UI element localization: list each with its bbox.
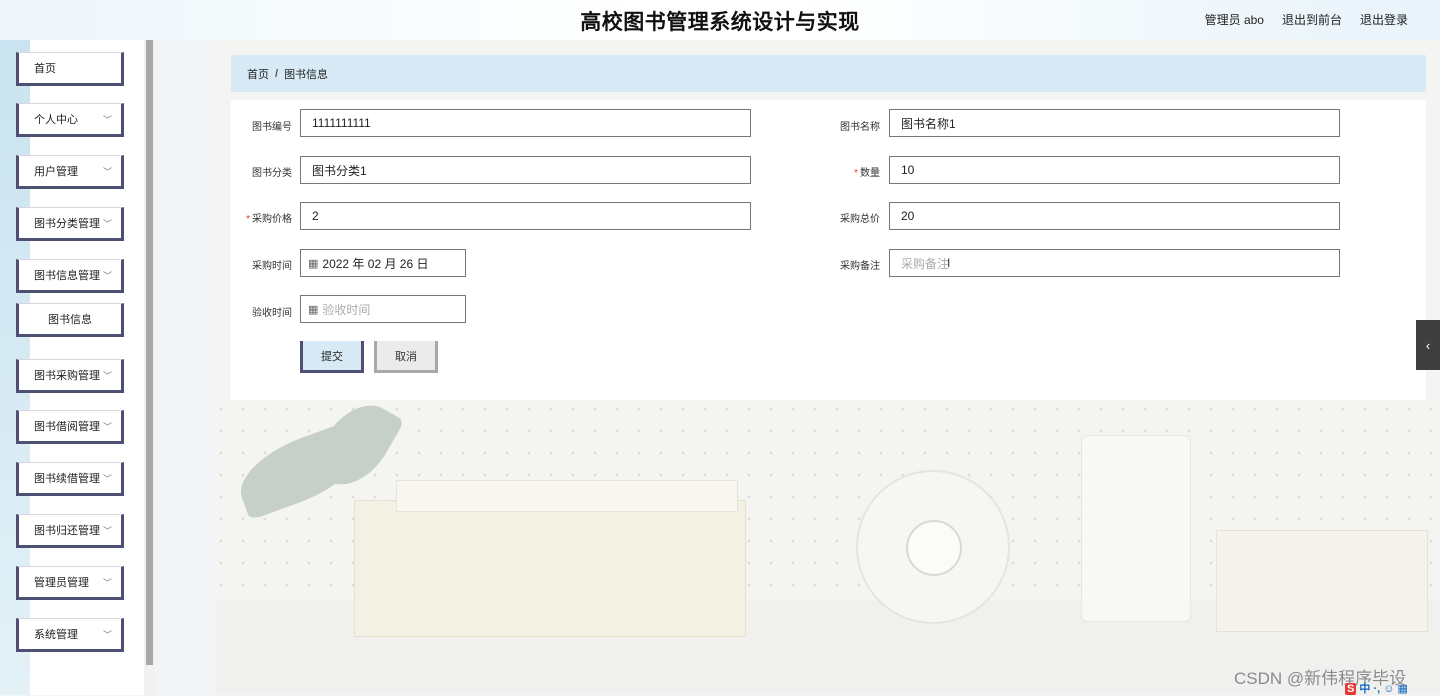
total-value: 20 [901, 209, 915, 223]
admin-label: 管理员 abo [1204, 13, 1264, 27]
collapse-panel-button[interactable]: ‹ [1416, 320, 1440, 370]
sidebar-item-personal-center[interactable]: 个人中心 ﹀ [16, 103, 124, 137]
ime-status: 中 ·, ☺ ▦ [1359, 683, 1408, 695]
sidebar-item-category-management[interactable]: 图书分类管理 ﹀ [16, 207, 124, 241]
sidebar-item-user-management[interactable]: 用户管理 ﹀ [16, 155, 124, 189]
purchase-time-label: 采购时间 [252, 261, 292, 272]
logout-link[interactable]: 退出登录 [1360, 11, 1408, 28]
book-no-value: 1111111111 [312, 116, 371, 130]
breadcrumb-separator: / [275, 67, 279, 80]
sidebar-item-label: 图书信息管理 [34, 270, 100, 282]
sidebar-item-label: 图书分类管理 [34, 218, 100, 230]
purchase-time-value: 2022 年 02 月 26 日 [322, 256, 429, 271]
ime-logo-icon: S [1345, 683, 1357, 695]
sidebar-item-label: 图书归还管理 [34, 525, 100, 537]
sidebar-item-label: 图书信息 [48, 314, 92, 326]
note-placeholder: 采购备注 [901, 256, 950, 271]
sidebar-item-label: 图书采购管理 [34, 370, 100, 382]
sidebar-item-label: 个人中心 [34, 114, 78, 126]
check-time-placeholder: 验收时间 [322, 302, 371, 317]
chevron-down-icon: ﹀ [102, 371, 112, 381]
quantity-value: 10 [901, 163, 915, 177]
purchase-time-picker[interactable]: ▦ 2022 年 02 月 26 日 [300, 249, 466, 277]
breadcrumb: 首页 / 图书信息 [231, 55, 1426, 92]
category-label: 图书分类 [252, 168, 292, 179]
chevron-down-icon: ﹀ [102, 578, 112, 588]
sidebar-item-label: 首页 [34, 63, 56, 75]
chevron-down-icon: ﹀ [102, 630, 112, 640]
price-label: * 采购价格 [246, 214, 292, 225]
submit-button[interactable]: 提交 [300, 341, 364, 373]
calendar-icon: ▦ [308, 303, 319, 316]
price-input[interactable]: 2 [300, 202, 751, 230]
sidebar-item-label: 管理员管理 [34, 577, 89, 589]
sidebar-item-home[interactable]: 首页 [16, 52, 124, 86]
required-mark: * [246, 214, 250, 225]
sidebar-item-label: 用户管理 [34, 166, 78, 178]
price-value: 2 [312, 209, 319, 223]
sidebar-item-label: 图书续借管理 [34, 473, 100, 485]
sidebar-item-label: 系统管理 [34, 629, 78, 641]
quantity-label: * 数量 [854, 168, 880, 179]
chevron-down-icon: ﹀ [102, 422, 112, 432]
sidebar: 首页 个人中心 ﹀ 用户管理 ﹀ 图书分类管理 ﹀ 图书信息管理 ﹀ 图书信息 … [0, 40, 155, 695]
book-no-input[interactable]: 1111111111 [300, 109, 751, 137]
chevron-down-icon: ﹀ [102, 271, 112, 281]
note-label: 采购备注 [840, 261, 880, 272]
chevron-down-icon: ﹀ [102, 115, 112, 125]
sidebar-item-label: 图书借阅管理 [34, 421, 100, 433]
check-time-label: 验收时间 [252, 308, 292, 319]
category-input[interactable]: 图书分类1 [300, 156, 751, 184]
chevron-down-icon: ﹀ [102, 474, 112, 484]
sidebar-item-system-management[interactable]: 系统管理 ﹀ [16, 618, 124, 652]
chevron-down-icon: ﹀ [102, 219, 112, 229]
check-time-picker[interactable]: ▦ 验收时间 [300, 295, 466, 323]
category-value: 图书分类1 [312, 163, 367, 178]
text-cursor-icon: I [947, 256, 951, 270]
chevron-left-icon: ‹ [1425, 337, 1431, 353]
ime-toolbar[interactable]: S 中 ·, ☺ ▦ [1345, 680, 1408, 696]
sidebar-subitem-book-info[interactable]: 图书信息 [16, 303, 124, 337]
sidebar-item-admin-management[interactable]: 管理员管理 ﹀ [16, 566, 124, 600]
back-to-front-link[interactable]: 退出到前台 [1282, 11, 1342, 28]
chevron-down-icon: ﹀ [102, 526, 112, 536]
sidebar-item-return-management[interactable]: 图书归还管理 ﹀ [16, 514, 124, 548]
book-no-label: 图书编号 [252, 122, 292, 133]
sidebar-scrollbar-thumb[interactable] [146, 40, 153, 665]
breadcrumb-current: 图书信息 [284, 68, 329, 81]
quantity-input[interactable]: 10 [889, 156, 1340, 184]
sidebar-item-book-info-management[interactable]: 图书信息管理 ﹀ [16, 259, 124, 293]
background-tape-roll-center [906, 520, 962, 576]
book-name-value: 图书名称1 [901, 116, 956, 131]
background-box [396, 480, 738, 512]
background-block [1216, 530, 1428, 632]
cancel-button[interactable]: 取消 [374, 341, 438, 373]
required-mark: * [854, 168, 858, 179]
sidebar-item-purchase-management[interactable]: 图书采购管理 ﹀ [16, 359, 124, 393]
breadcrumb-home[interactable]: 首页 [247, 66, 269, 82]
background-cylinder [1081, 435, 1191, 622]
top-header: 高校图书管理系统设计与实现 管理员 abo 退出到前台 退出登录 [0, 0, 1440, 40]
top-links: 管理员 abo 退出到前台 退出登录 [1205, 11, 1408, 28]
background-box [354, 500, 746, 637]
total-input[interactable]: 20 [889, 202, 1340, 230]
sidebar-item-renew-management[interactable]: 图书续借管理 ﹀ [16, 462, 124, 496]
total-label: 采购总价 [840, 214, 880, 225]
chevron-down-icon: ﹀ [102, 167, 112, 177]
note-input[interactable]: 采购备注 [889, 249, 1340, 277]
calendar-icon: ▦ [308, 257, 319, 270]
book-name-input[interactable]: 图书名称1 [889, 109, 1340, 137]
sidebar-item-borrow-management[interactable]: 图书借阅管理 ﹀ [16, 410, 124, 444]
book-name-label: 图书名称 [840, 122, 880, 133]
